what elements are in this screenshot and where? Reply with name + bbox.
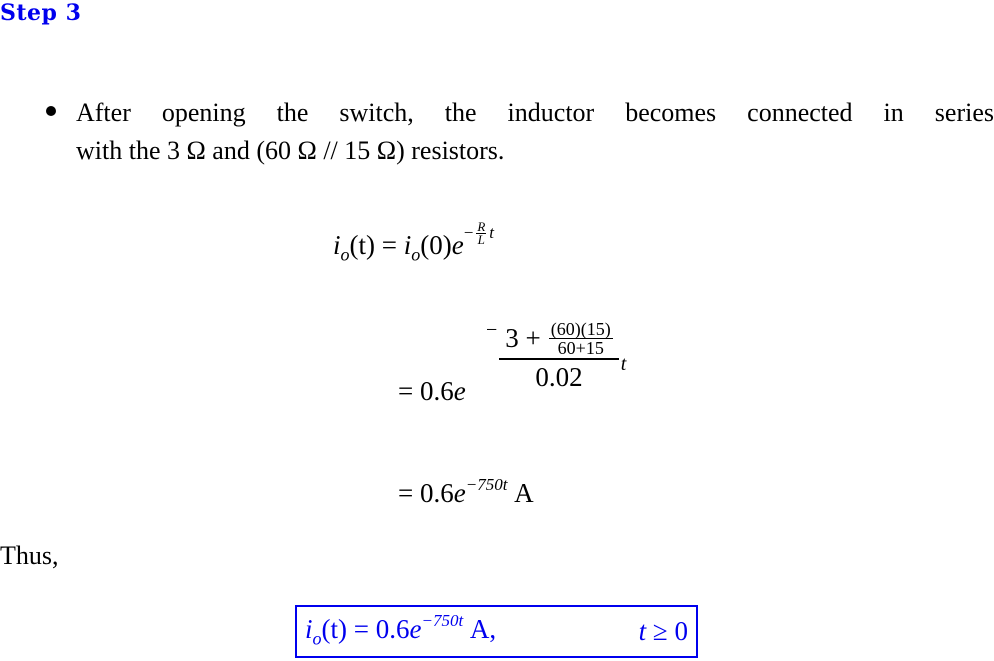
eq2-exponent: − 3 + (60)(15) 60+15 0.02 t [486,319,627,393]
eq3-unit: A [514,478,534,508]
eq2-inner-num: (60)(15) [548,319,613,339]
final-lhs-sub: o [312,628,322,649]
eq1-lhs-arg: (t) [349,230,375,260]
eq2-exp-var: t [620,353,627,375]
final-answer-condition: t ≥ 0 [639,616,688,647]
eq2-exp-sign: − [486,319,498,341]
eq1-exponent: − R Lt [463,220,494,247]
eq1-equals: = [381,230,397,260]
final-exponent: −750t [421,610,464,630]
final-base: e [409,613,422,644]
eq2-num-lead: 3 + [505,323,541,353]
final-lhs-arg: (t) [321,613,347,644]
eq1-exp-var: t [489,223,494,242]
equation-2: = 0.6e [398,376,466,407]
eq2-denominator: 0.02 [535,362,583,392]
equation-1: io(t) = io(0)e − R Lt [333,220,494,265]
eq2-prefix: = 0.6 [398,376,454,406]
final-middle: = 0.6 [353,613,410,644]
final-condition-var: t [638,616,647,646]
eq1-rhs-sub: o [411,244,421,265]
eq1-lhs-sub: o [340,244,350,265]
eq3-prefix: = 0.6 [398,478,454,508]
equation-3: = 0.6e−750t A [398,475,534,509]
conclusion-label: Thus, [0,541,59,570]
eq1-exp-den: L [477,231,485,247]
eq2-inner-fraction: (60)(15) 60+15 [548,319,613,358]
eq1-exp-sign: − [463,223,474,242]
final-answer-box: io(t) = 0.6e−750t A, t ≥ 0 [295,605,698,658]
final-condition: ≥ 0 [652,616,688,646]
eq1-exp-fraction: RL [476,220,487,247]
bullet-line-1: After opening the switch, the inductor b… [76,98,994,127]
eq2-base: e [453,376,466,406]
eq3-base: e [453,478,466,508]
bullet-paragraph: After opening the switch, the inductor b… [76,94,994,170]
final-unit: A, [469,613,497,644]
step-title: Step 3 [0,0,82,26]
eq1-lhs-var: i [333,230,341,260]
eq3-exponent: −750t [465,475,508,494]
eq1-base: e [451,230,464,260]
eq2-fraction: 3 + (60)(15) 60+15 0.02 [499,319,619,393]
eq1-rhs-arg: (0) [420,230,452,260]
final-lhs-var: i [305,613,313,644]
bullet-line-2: with the 3 Ω and (60 Ω // 15 Ω) resistor… [76,136,505,165]
bullet-dot-icon [46,106,56,116]
final-answer-expression: io(t) = 0.6e−750t A, [305,610,497,649]
eq2-inner-den: 60+15 [557,338,604,358]
eq2-numerator: 3 + (60)(15) 60+15 [499,319,619,360]
